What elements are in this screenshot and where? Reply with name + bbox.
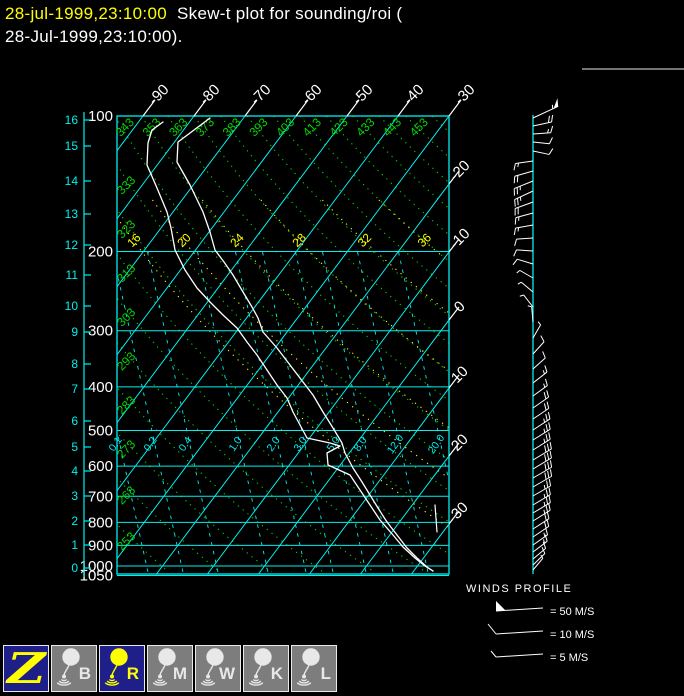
svg-text:393: 393 — [246, 115, 270, 139]
svg-text:16: 16 — [65, 113, 79, 127]
svg-text:-80: -80 — [196, 81, 223, 108]
svg-text:283: 283 — [114, 393, 138, 417]
toolbar: Z B R M W K L — [3, 645, 337, 693]
svg-text:100: 100 — [88, 108, 113, 125]
svg-text:= 10 M/S: = 10 M/S — [550, 629, 594, 641]
toolbar-button-k[interactable]: K — [243, 645, 289, 692]
svg-text:423: 423 — [327, 115, 351, 139]
svg-text:373: 373 — [193, 115, 217, 139]
sounding-app-window: 1002003004005006007008009001000105016151… — [0, 0, 684, 696]
button-label: L — [321, 664, 331, 684]
svg-text:WINDS PROFILE: WINDS PROFILE — [466, 583, 572, 595]
button-label: M — [173, 664, 187, 684]
svg-text:0: 0 — [451, 298, 469, 316]
svg-text:30: 30 — [448, 499, 472, 523]
svg-text:-10: -10 — [446, 225, 473, 252]
svg-text:5: 5 — [71, 440, 78, 454]
svg-text:24: 24 — [227, 230, 247, 250]
svg-text:413: 413 — [300, 115, 324, 139]
svg-text:333: 333 — [114, 173, 138, 197]
svg-text:-40: -40 — [400, 81, 427, 108]
svg-text:1050: 1050 — [80, 568, 113, 585]
svg-text:-20: -20 — [446, 157, 473, 184]
svg-text:14: 14 — [65, 174, 79, 188]
svg-text:= 50 M/S: = 50 M/S — [550, 606, 594, 618]
svg-text:11: 11 — [66, 268, 79, 282]
button-label: B — [79, 664, 91, 684]
svg-text:600: 600 — [88, 458, 113, 475]
title-text: Skew-t plot for sounding/roi ( — [167, 4, 402, 23]
svg-text:800: 800 — [88, 514, 113, 531]
svg-text:0: 0 — [71, 561, 78, 575]
title-line2: 28-Jul-1999,23:10:00). — [5, 27, 183, 46]
svg-text:8.0: 8.0 — [351, 435, 369, 454]
svg-text:1.0: 1.0 — [226, 435, 244, 454]
svg-text:2: 2 — [71, 514, 78, 528]
svg-text:12: 12 — [65, 238, 79, 252]
svg-text:-70: -70 — [247, 81, 274, 108]
svg-text:453: 453 — [407, 115, 431, 139]
svg-text:= 5 M/S: = 5 M/S — [550, 652, 588, 664]
svg-text:20: 20 — [174, 230, 194, 250]
button-label: W — [219, 664, 235, 684]
svg-text:20.0: 20.0 — [426, 432, 448, 456]
svg-text:20: 20 — [448, 431, 472, 455]
toolbar-button-m[interactable]: M — [147, 645, 193, 692]
svg-text:200: 200 — [88, 243, 113, 260]
svg-text:7: 7 — [71, 382, 78, 396]
svg-text:-30: -30 — [451, 81, 478, 108]
svg-text:28: 28 — [290, 230, 310, 250]
svg-text:293: 293 — [114, 349, 138, 373]
svg-text:353: 353 — [140, 115, 164, 139]
svg-text:500: 500 — [88, 423, 113, 440]
svg-text:12.0: 12.0 — [385, 432, 407, 456]
svg-text:3: 3 — [71, 489, 78, 503]
button-label: K — [271, 664, 283, 684]
title-datetime: 28-jul-1999,23:10:00 — [5, 4, 167, 23]
svg-text:4: 4 — [71, 464, 78, 478]
svg-text:700: 700 — [88, 488, 113, 505]
toolbar-button-w[interactable]: W — [195, 645, 241, 692]
svg-text:300: 300 — [88, 323, 113, 340]
skewt-plot-canvas: 1002003004005006007008009001000105016151… — [0, 0, 684, 696]
svg-text:263: 263 — [114, 483, 138, 507]
svg-text:9: 9 — [71, 325, 78, 339]
svg-text:303: 303 — [114, 305, 138, 329]
svg-text:-60: -60 — [298, 81, 325, 108]
svg-text:253: 253 — [114, 529, 138, 553]
svg-text:36: 36 — [415, 230, 435, 250]
script-z-icon: Z — [7, 648, 45, 690]
button-label: R — [127, 664, 139, 684]
svg-text:0.4: 0.4 — [176, 435, 194, 454]
svg-text:313: 313 — [114, 261, 138, 285]
svg-text:-50: -50 — [349, 81, 376, 108]
svg-text:-90: -90 — [145, 81, 172, 108]
svg-text:383: 383 — [220, 115, 244, 139]
svg-text:13: 13 — [65, 207, 79, 221]
svg-text:400: 400 — [88, 379, 113, 396]
window-title: 28-jul-1999,23:10:00 Skew-t plot for sou… — [5, 2, 402, 48]
svg-text:1: 1 — [71, 538, 78, 552]
toolbar-button-zoom[interactable]: Z — [3, 645, 49, 692]
svg-text:6: 6 — [71, 414, 78, 428]
svg-text:433: 433 — [353, 115, 377, 139]
svg-text:10: 10 — [448, 363, 472, 387]
toolbar-button-r[interactable]: R — [99, 645, 145, 692]
toolbar-button-b[interactable]: B — [51, 645, 97, 692]
svg-text:10: 10 — [65, 299, 79, 313]
svg-text:2.0: 2.0 — [264, 435, 282, 454]
svg-text:900: 900 — [88, 537, 113, 554]
svg-text:15: 15 — [65, 139, 79, 153]
svg-text:8: 8 — [71, 357, 78, 371]
toolbar-button-l[interactable]: L — [291, 645, 337, 692]
